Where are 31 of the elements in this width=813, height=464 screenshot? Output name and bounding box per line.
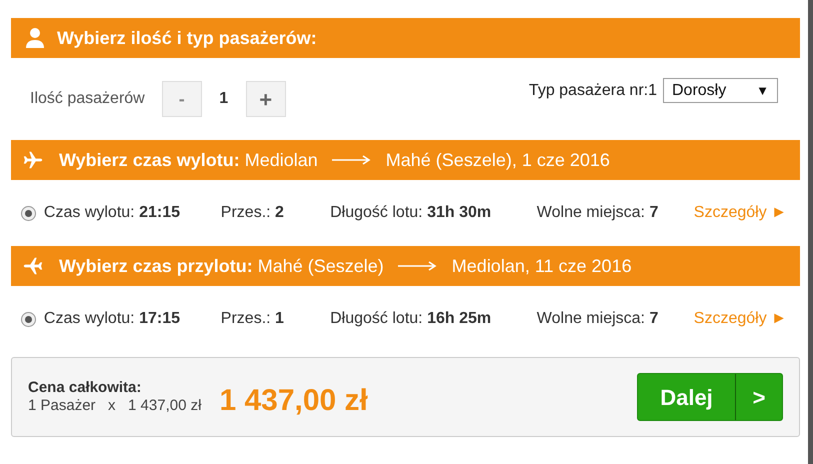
flight-duration: Długość lotu: 16h 25m [330,309,492,329]
arrow-icon [398,261,438,271]
next-button[interactable]: Dalej > [637,373,783,421]
person-icon [25,27,45,49]
plus-button[interactable]: + [246,81,286,117]
plane-icon [21,255,45,277]
section-title: Mediolan, 11 cze 2016 [452,254,632,278]
departure-time: Czas wylotu: 21:15 [44,203,181,223]
arrow-icon [332,155,372,165]
departure-time: Czas wylotu: 17:15 [44,309,181,329]
stops-count: Przes.: 2 [220,203,285,223]
passenger-type-select[interactable]: Dorosły ▼ [663,78,778,103]
section-title: Wybierz czas przylotu: Mahé (Seszele) [59,254,384,278]
section-title: Wybierz czas wylotu: Mediolan [59,148,318,172]
price-breakdown: 1 Pasażer x 1 437,00 zł [28,397,202,415]
flight-duration: Długość lotu: 31h 30m [330,203,492,223]
passenger-type-label: Typ pasażera nr:1 [528,80,657,100]
passenger-count-label: Ilość pasażerów [30,89,145,109]
free-seats: Wolne miejsca: 7 [536,201,694,225]
section-title: Wybierz ilość i typ pasażerów: [57,26,317,50]
plane-icon [21,149,45,171]
radio-button[interactable] [21,206,36,220]
stops-count: Przes.: 1 [220,309,285,329]
radio-button[interactable] [21,312,36,326]
details-link[interactable]: Szczegóły ► [694,307,787,331]
passenger-count: 1 [218,89,230,109]
section-title: Mahé (Seszele), 1 cze 2016 [386,148,610,172]
total-price: 1 437,00 zł [219,382,368,418]
details-link[interactable]: Szczegóły ► [694,201,787,225]
free-seats: Wolne miejsca: 7 [536,307,694,331]
total-price-label: Cena całkowita: [28,379,142,397]
